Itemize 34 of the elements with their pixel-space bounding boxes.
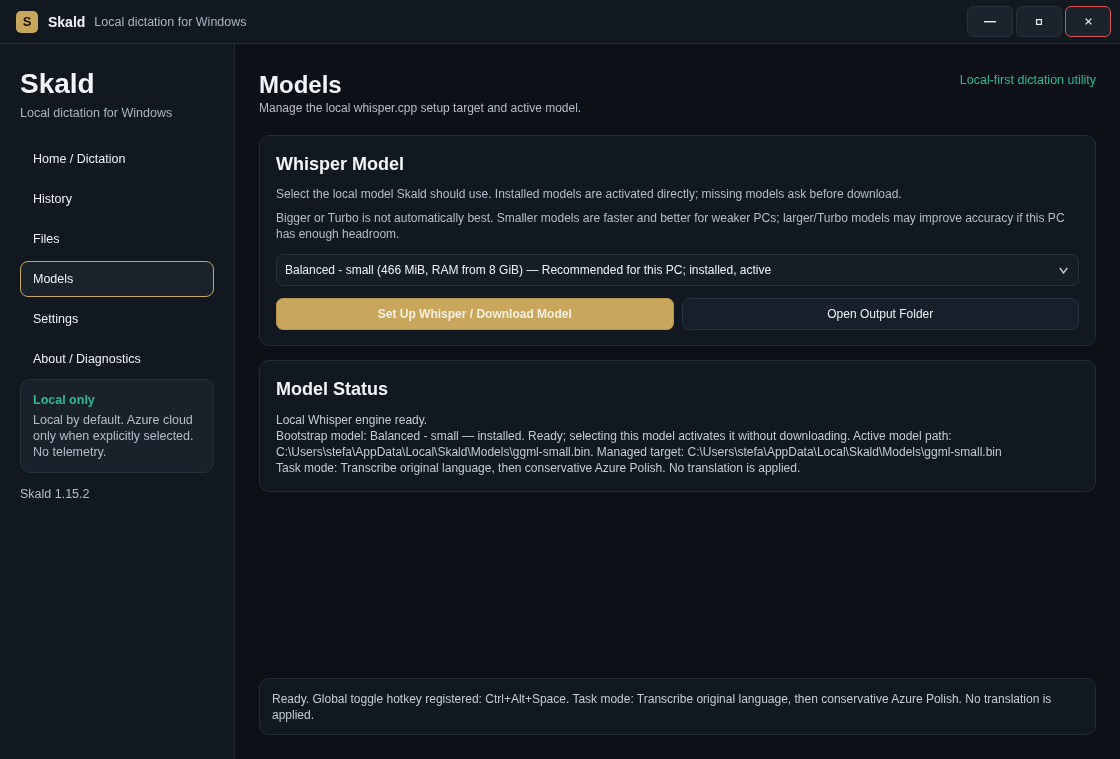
page-subtitle: Manage the local whisper.cpp setup target and active model. [259,101,582,115]
card-title: Model Status [276,378,389,401]
nav-item[interactable]: Home / Dictation [20,141,214,177]
nav-item[interactable]: Files [20,221,214,257]
app-logo-icon: S [16,10,38,33]
open-folder-button[interactable]: Open Output Folder [681,298,1079,330]
notice-text: Local by default. Azure cloud only when explicitly selected. No telemetry. [33,412,195,460]
maximize-icon [1036,18,1042,25]
model-dropdown[interactable]: Balanced - small (466 MiB, RAM from 8 GiB) — Recommended for this PC; installed, active [276,254,1079,286]
maximize-button[interactable] [1016,6,1062,37]
nav-item[interactable]: Models [20,261,214,297]
close-icon [1084,18,1092,25]
status-text: Bootstrap model: Balanced - small — installed. Ready; selecting this model activates it without downloading. Active model path: C:\Users\stefa\AppData\Local\Skald\Models\ggml-small.bin. Managed target: C:\Users\stefa\AppData\Local\Skald\Models\ggml-small.bin [276,428,1003,460]
app-subtitle: Local dictation for Windows [94,14,247,29]
sidebar-title: Skald [20,68,96,100]
chevron-down-icon [1059,266,1068,274]
sidebar-subtitle: Local dictation for Windows [20,106,174,120]
card-title: Whisper Model [276,153,405,176]
status-message: Ready. Global toggle hotkey registered: Ctrl+Alt+Space. Task mode: Transcribe original language, then conservative Azure Polish. No translation is applied. [272,691,1053,723]
nav-item[interactable]: History [20,181,214,217]
nav-item[interactable]: About / Diagnostics [20,341,214,377]
minimize-button[interactable] [967,6,1013,37]
description-text: Bigger or Turbo is not automatically best. Smaller models are faster and better for weaker PCs; larger/Turbo models may improve accuracy if this PC has enough headroom. [276,210,1066,242]
minimize-icon [984,20,996,23]
status-text: Local Whisper engine ready. [276,412,429,428]
status-text: Task mode: Transcribe original language, then conservative Azure Polish. No translation is applied. [276,460,802,476]
app-name: Skald [48,13,86,30]
description-text: Select the local model Skald should use. Installed models are activated directly; missing models ask before download. [276,186,903,202]
tagline: Local-first dictation utility [959,73,1096,87]
close-button[interactable] [1065,6,1111,37]
notice-title: Local only [33,393,96,407]
page-title: Models [259,70,343,100]
version-label: Skald 1.15.2 [20,487,91,501]
nav-item[interactable]: Settings [20,301,214,337]
